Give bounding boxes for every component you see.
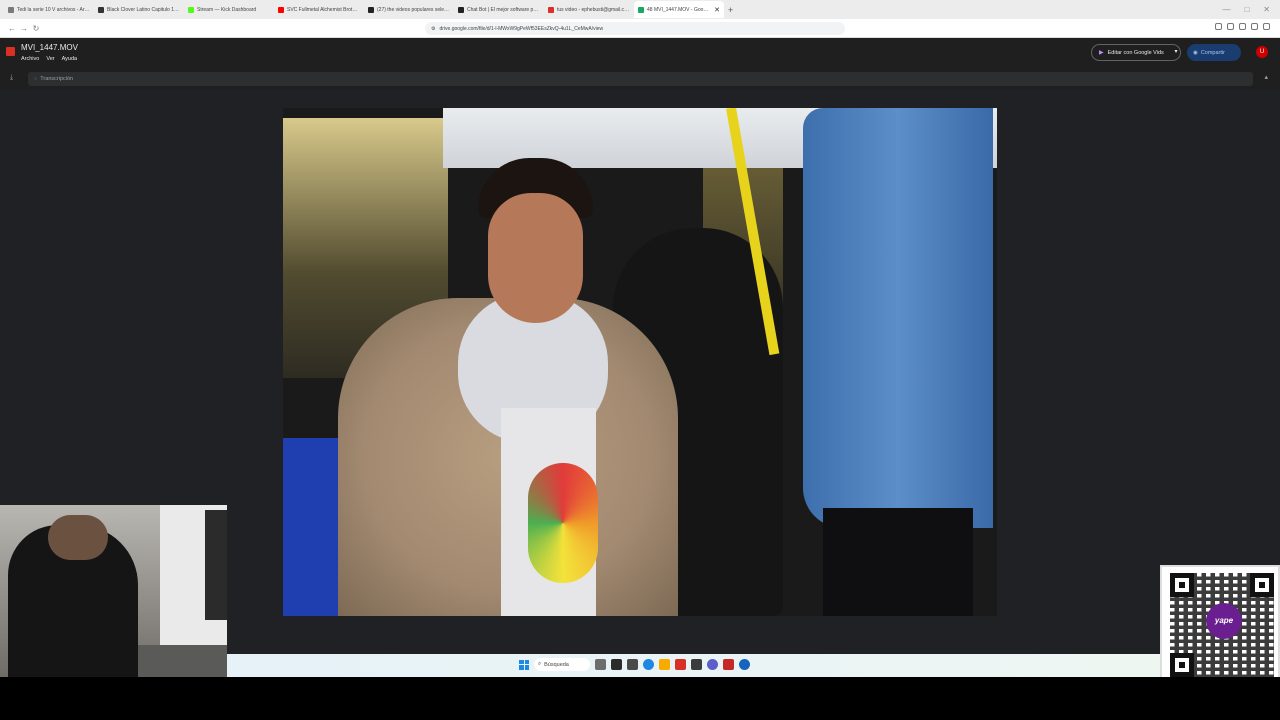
yape-qr-code: yape bbox=[1160, 565, 1280, 680]
tab-favicon-icon bbox=[98, 6, 104, 13]
download-icon[interactable]: ⤓ bbox=[10, 74, 13, 82]
video-file-icon bbox=[6, 47, 15, 56]
yape-logo: yape bbox=[1206, 603, 1242, 639]
site-info-icon[interactable]: ⚙ bbox=[431, 26, 435, 32]
menu-item-ver[interactable]: Ver bbox=[46, 56, 54, 62]
transcript-field[interactable]: ◌ Transcripción bbox=[28, 72, 1253, 86]
search-label: Búsqueda bbox=[544, 661, 569, 668]
browser-tab[interactable]: SVC Fullmetal Alchemist Brotherhoo bbox=[274, 1, 364, 18]
reload-icon[interactable]: ↻ bbox=[30, 24, 42, 33]
passenger-legs bbox=[823, 508, 973, 616]
transcript-icon: ◌ bbox=[34, 76, 38, 82]
windows-start-icon[interactable] bbox=[519, 659, 529, 670]
browser-app-icon[interactable] bbox=[675, 659, 686, 670]
qr-finder bbox=[1170, 573, 1194, 597]
vids-icon: ▶ bbox=[1099, 50, 1104, 56]
avatar[interactable]: U bbox=[1256, 46, 1268, 58]
globe-icon: ◉ bbox=[1193, 49, 1198, 56]
search-icon: ⌕ bbox=[538, 661, 542, 667]
extension-icon[interactable] bbox=[1227, 23, 1234, 30]
webcam-overlay bbox=[0, 505, 227, 680]
tab-label: Stream — Kick Dashboard bbox=[197, 6, 257, 13]
letterbox-bar bbox=[0, 677, 1280, 720]
browser-tab-strip: Tedi la serie 10 V archivos - ArtClavel … bbox=[0, 0, 1280, 19]
windows-taskbar: ⌕ Búsqueda bbox=[227, 654, 1160, 677]
back-arrow-icon[interactable]: ← bbox=[6, 24, 18, 33]
app-icon[interactable] bbox=[691, 659, 702, 670]
drive-header: MVI_1447.MOV Archivo Ver Ayuda ▶ Editar … bbox=[0, 38, 1280, 68]
tab-label: SVC Fullmetal Alchemist Brotherhoo bbox=[287, 6, 360, 13]
tab-favicon-icon bbox=[638, 6, 644, 13]
chevron-down-icon[interactable]: ▾ bbox=[1171, 44, 1181, 61]
browser-tab-active[interactable]: 48 MVI_1447.MOV - Google Dr ✕ bbox=[634, 1, 724, 18]
extension-icon[interactable] bbox=[1251, 23, 1258, 30]
menu-item-ayuda[interactable]: Ayuda bbox=[62, 56, 78, 62]
browser-tab[interactable]: tus video - ephebusti@gmail.com - bbox=[544, 1, 634, 18]
drive-subheader: ⤓ ◌ Transcripción ▴ bbox=[0, 68, 1280, 90]
tab-label: tus video - ephebusti@gmail.com - bbox=[557, 6, 630, 13]
browser-tab[interactable]: Tedi la serie 10 V archivos - ArtClavel bbox=[4, 1, 94, 18]
share-button-label: Compartir bbox=[1200, 49, 1225, 56]
qr-finder bbox=[1250, 573, 1274, 597]
tab-favicon-icon bbox=[188, 6, 194, 13]
tab-label: Chat Bot | El mejor software para po bbox=[467, 6, 540, 13]
tab-favicon-icon bbox=[548, 6, 554, 13]
url-field[interactable]: ⚙ drive.google.com/file/d/1-l-MWxW9gPeWf… bbox=[425, 22, 845, 35]
tab-label: 48 MVI_1447.MOV - Google Dr bbox=[647, 6, 712, 13]
menu-item-archivo[interactable]: Archivo bbox=[21, 56, 39, 62]
browser-tab[interactable]: Black Clover Latino Capitulo 162 - 1i bbox=[94, 1, 184, 18]
browser-toolbar bbox=[1215, 23, 1270, 30]
maximize-button[interactable]: □ bbox=[1244, 5, 1249, 14]
tab-favicon-icon bbox=[8, 6, 14, 13]
folder-icon[interactable] bbox=[659, 659, 670, 670]
streamer bbox=[8, 515, 138, 680]
window-controls: — □ ✕ bbox=[1222, 5, 1280, 14]
steam-icon[interactable] bbox=[739, 659, 750, 670]
extension-icon[interactable] bbox=[1215, 23, 1222, 30]
file-title[interactable]: MVI_1447.MOV bbox=[21, 43, 78, 52]
browser-tab[interactable]: Stream — Kick Dashboard bbox=[184, 1, 274, 18]
app-icon[interactable] bbox=[723, 659, 734, 670]
task-view-icon[interactable] bbox=[595, 659, 606, 670]
tab-favicon-icon bbox=[368, 6, 374, 13]
browser-tab[interactable]: (27) the videos populares seleccion bbox=[364, 1, 454, 18]
app-icon[interactable] bbox=[611, 659, 622, 670]
edge-icon[interactable] bbox=[643, 659, 654, 670]
close-tab-icon[interactable]: ✕ bbox=[714, 6, 720, 14]
forward-arrow-icon[interactable]: → bbox=[18, 24, 30, 33]
tab-favicon-icon bbox=[278, 6, 284, 13]
extension-icon[interactable] bbox=[1239, 23, 1246, 30]
edit-with-vids-button[interactable]: ▶ Editar con Google Vids bbox=[1091, 44, 1181, 61]
discord-icon[interactable] bbox=[707, 659, 718, 670]
taskbar-search[interactable]: ⌕ Búsqueda bbox=[534, 658, 590, 671]
flower-print bbox=[528, 463, 598, 583]
face bbox=[488, 193, 583, 323]
minimize-button[interactable]: — bbox=[1222, 5, 1230, 14]
transcript-placeholder: Transcripción bbox=[40, 76, 74, 82]
edit-button-label: Editar con Google Vids bbox=[1107, 49, 1164, 56]
tab-label: Black Clover Latino Capitulo 162 - 1i bbox=[107, 6, 180, 13]
new-tab-button[interactable]: + bbox=[724, 5, 737, 15]
tab-label: Tedi la serie 10 V archivos - ArtClavel bbox=[17, 6, 90, 13]
address-bar: ← → ↻ ⚙ drive.google.com/file/d/1-l-MWxW… bbox=[0, 19, 1280, 38]
tab-favicon-icon bbox=[458, 6, 464, 13]
streamer-head bbox=[48, 515, 108, 560]
qr-finder bbox=[1170, 653, 1194, 677]
taskbar-icons: ⌕ Búsqueda bbox=[519, 658, 750, 671]
chevron-up-icon[interactable]: ▴ bbox=[1264, 73, 1268, 81]
app-icon[interactable] bbox=[627, 659, 638, 670]
tab-label: (27) the videos populares seleccion bbox=[377, 6, 450, 13]
share-button[interactable]: ◉ Compartir bbox=[1187, 44, 1241, 61]
close-window-button[interactable]: ✕ bbox=[1263, 5, 1270, 14]
video-player[interactable] bbox=[283, 108, 997, 616]
browser-tab[interactable]: Chat Bot | El mejor software para po bbox=[454, 1, 544, 18]
menu-icon[interactable] bbox=[1263, 23, 1270, 30]
webcam-doorframe bbox=[205, 510, 227, 620]
file-menu: Archivo Ver Ayuda bbox=[21, 56, 77, 62]
denim-jacket-passenger bbox=[803, 108, 993, 528]
url-text: drive.google.com/file/d/1-l-MWxW9gPeWf53… bbox=[439, 25, 604, 32]
